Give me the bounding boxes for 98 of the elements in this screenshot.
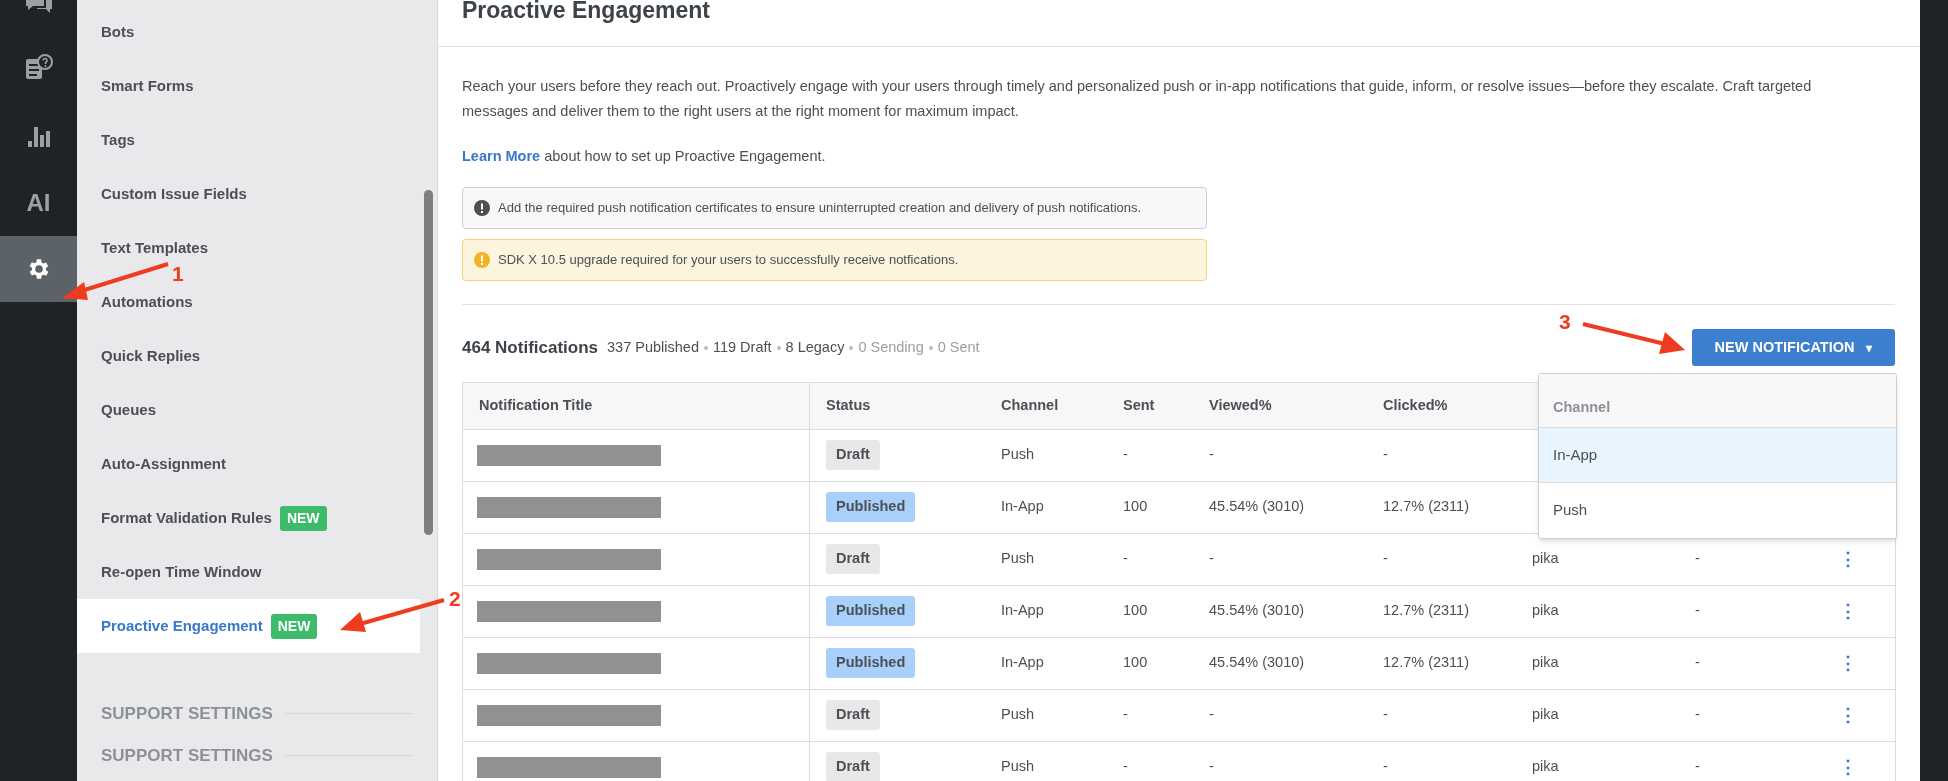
sidebar-item[interactable]: Queues [101, 401, 157, 419]
more-options-button[interactable]: ⋮ [1839, 701, 1857, 729]
annotation-number: 3 [1559, 309, 1571, 335]
rail-item[interactable]: AI [0, 170, 77, 236]
table-cell: pika [1532, 602, 1559, 619]
sidebar-item[interactable]: Custom Issue Fields [101, 185, 247, 203]
table-cell: 45.54% (3010) [1209, 498, 1305, 515]
table-cell: - [1123, 758, 1128, 775]
column-header: Sent [1123, 395, 1155, 415]
status-badge: Draft [826, 700, 880, 731]
status-badge: Draft [826, 440, 880, 471]
table-cell: Push [1001, 758, 1035, 775]
table-cell: Push [1001, 446, 1035, 463]
table-cell: - [1383, 446, 1388, 463]
table-cell: 12.7% (2311) [1383, 602, 1469, 619]
table-cell: - [1209, 706, 1214, 723]
status-count: 337 Published [607, 337, 699, 357]
table-cell: - [1209, 446, 1214, 463]
info-icon [474, 199, 490, 216]
table-cell: - [1383, 706, 1388, 723]
learn-more-text: Learn More about how to set up Proactive Engagement. [462, 147, 827, 166]
more-options-button[interactable]: ⋮ [1839, 597, 1857, 625]
status-count: 0 Sent [937, 337, 980, 357]
table-cell: pika [1532, 706, 1559, 723]
rail-item[interactable] [0, 236, 77, 302]
new-notification-button[interactable]: NEW NOTIFICATION ▾ [1692, 329, 1895, 367]
table-cell: - [1123, 446, 1128, 463]
table-cell: - [1695, 602, 1700, 619]
table-cell: - [1209, 758, 1214, 775]
learn-more-link[interactable]: Learn More [462, 148, 541, 164]
sidebar-item[interactable]: Bots [101, 23, 135, 41]
table-cell: Push [1001, 550, 1035, 567]
table-cell: pika [1532, 550, 1559, 567]
annotation-number: 2 [449, 586, 461, 612]
table-cell: - [1209, 550, 1214, 567]
ai-label: AI [26, 188, 51, 218]
column-header: Channel [1001, 395, 1059, 415]
alert-text: SDK X 10.5 upgrade required for your users to successfully receive notfications. [498, 251, 959, 269]
alert-text: Add the required push notification certificates to ensure uninterrupted creation and delivery of push notifications. [498, 199, 1142, 217]
table-cell: - [1695, 706, 1700, 723]
more-options-button[interactable]: ⋮ [1839, 649, 1857, 677]
sidebar-item[interactable]: Auto-Assignment [101, 455, 226, 473]
table-cell: 12.7% (2311) [1383, 654, 1469, 671]
column-header: Viewed% [1209, 395, 1272, 415]
dropdown-heading: Channel [1553, 398, 1611, 418]
table-cell: - [1383, 758, 1388, 775]
more-options-button[interactable]: ⋮ [1839, 753, 1857, 781]
table-cell: - [1123, 706, 1128, 723]
section-heading: SUPPORT SETTINGS [101, 744, 273, 767]
table-cell: Push [1001, 706, 1035, 723]
status-count: 119 Draft [712, 337, 772, 357]
dropdown-item[interactable]: Push [1539, 483, 1896, 538]
column-header: Clicked% [1383, 395, 1448, 415]
table-cell: - [1383, 550, 1388, 567]
table-cell: 100 [1123, 498, 1148, 515]
column-header: Status [826, 395, 871, 415]
table-cell: 100 [1123, 654, 1148, 671]
sidebar-item[interactable]: Smart Forms [101, 77, 194, 95]
table-cell: 45.54% (3010) [1209, 654, 1305, 671]
status-badge: Draft [826, 544, 880, 575]
table-cell: - [1695, 654, 1700, 671]
annotation-number: 1 [172, 261, 184, 287]
new-badge: NEW [279, 505, 327, 531]
sidebar-item[interactable]: Proactive Engagement NEW [77, 599, 420, 653]
table-cell: pika [1532, 758, 1559, 775]
table-cell: In-App [1001, 602, 1044, 619]
dropdown-item[interactable]: In-App [1539, 428, 1896, 483]
more-options-button[interactable]: ⋮ [1839, 545, 1857, 573]
table-cell: 45.54% (3010) [1209, 602, 1305, 619]
sidebar-item[interactable]: Re-open Time Window [101, 563, 262, 581]
table-cell: - [1695, 758, 1700, 775]
table-cell: - [1695, 550, 1700, 567]
page-title: Proactive Engagement [462, 0, 711, 24]
bar-chart-icon [26, 124, 51, 148]
status-badge: Published [826, 596, 916, 627]
sidebar-item[interactable]: Text Templates [101, 239, 208, 257]
table-cell: In-App [1001, 498, 1044, 515]
status-badge: Published [826, 648, 916, 679]
sidebar-item[interactable]: Quick Replies [101, 347, 201, 365]
new-badge: NEW [270, 613, 318, 639]
page-description: Reach your users before they reach out. Proactively engage with your users through timely and personalized push or in-app notifications that guide, inform, or resolve issues—before they escalate. Craft targeted messages and deliver them to the right users at the right moment for maximum impact. [462, 77, 1813, 121]
sidebar-item[interactable]: Format Validation Rules [101, 509, 272, 527]
status-count: 8 Legacy [785, 337, 845, 357]
status-badge: Draft [826, 752, 880, 781]
sidebar-item[interactable]: Automations [101, 293, 193, 311]
notification-count: 464 Notifications [462, 337, 599, 359]
status-count: 0 Sending [858, 337, 924, 357]
section-heading: SUPPORT SETTINGS [101, 703, 273, 725]
column-header: Notification Title [479, 395, 593, 415]
document-question-icon [23, 53, 54, 81]
table-cell: 12.7% (2311) [1383, 498, 1469, 515]
table-cell: - [1123, 550, 1128, 567]
table-cell: pika [1532, 654, 1559, 671]
warning-icon [474, 251, 490, 268]
sidebar-item[interactable]: Tags [101, 131, 135, 149]
table-cell: In-App [1001, 654, 1044, 671]
status-badge: Published [826, 492, 916, 523]
table-cell: 100 [1123, 602, 1148, 619]
